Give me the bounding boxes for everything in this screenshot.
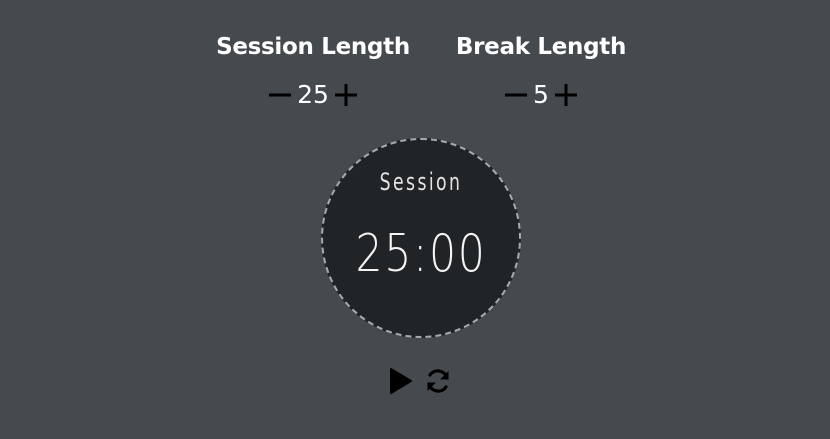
minus-icon — [269, 93, 292, 97]
session-length-value: 25 — [297, 80, 329, 109]
playback-controls — [386, 366, 452, 396]
session-length-panel: Session Length 25 — [213, 31, 413, 111]
break-length-panel: Break Length 5 — [441, 31, 641, 111]
play-button[interactable] — [386, 366, 414, 396]
timer-label: Session — [379, 168, 463, 196]
session-increment-button[interactable] — [333, 82, 359, 108]
plus-icon — [554, 84, 577, 106]
break-length-title: Break Length — [455, 34, 627, 60]
timer-display: Session 25:00 — [321, 138, 521, 338]
minus-icon — [505, 93, 528, 97]
play-icon — [390, 368, 412, 394]
plus-icon — [334, 84, 357, 106]
pomodoro-app: Session Length 25 Break Length 5 Session… — [0, 0, 830, 439]
break-length-controls: 5 — [441, 79, 641, 111]
break-decrement-button[interactable] — [503, 82, 529, 108]
session-length-controls: 25 — [213, 79, 413, 111]
timer-countdown: 25:00 — [355, 224, 487, 284]
refresh-icon — [427, 369, 449, 393]
break-length-value: 5 — [533, 80, 549, 109]
session-decrement-button[interactable] — [267, 82, 293, 108]
break-increment-button[interactable] — [553, 82, 579, 108]
session-length-title: Session Length — [216, 34, 410, 60]
reset-button[interactable] — [424, 366, 452, 396]
